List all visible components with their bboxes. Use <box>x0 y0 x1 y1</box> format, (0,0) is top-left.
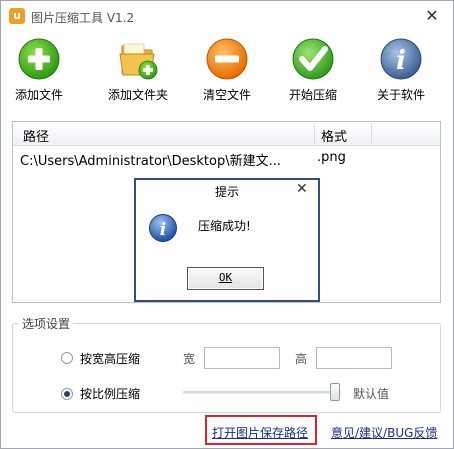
ok-button[interactable]: OK <box>187 267 264 290</box>
folder-add-icon <box>119 43 158 80</box>
app-logo-icon: u <box>9 8 25 24</box>
add-file-button[interactable]: 添加文件 <box>11 37 67 103</box>
clear-files-button[interactable]: 清空文件 <box>199 37 255 103</box>
ratio-slider-thumb[interactable] <box>330 383 340 401</box>
info-icon: i <box>380 38 422 80</box>
window-close-button[interactable]: ✕ <box>421 5 443 27</box>
add-icon <box>18 38 60 80</box>
column-divider[interactable] <box>371 124 372 144</box>
about-button[interactable]: i 关于软件 <box>373 37 429 103</box>
title-bar: u 图片压缩工具 V1.2 ✕ <box>1 1 453 31</box>
info-icon: i <box>149 214 177 242</box>
dialog-close-button[interactable]: ✕ <box>296 181 308 197</box>
minus-icon <box>206 38 248 80</box>
height-input[interactable] <box>316 347 392 369</box>
success-dialog: 提示 ✕ i 压缩成功! OK <box>134 178 320 302</box>
main-window: u 图片压缩工具 V1.2 ✕ 添加文件 添加文件夹 清空文件 开始压缩 i 关… <box>0 0 454 449</box>
about-label: 关于软件 <box>376 88 425 102</box>
check-icon <box>292 38 334 80</box>
column-header-path[interactable]: 路径 <box>23 126 49 145</box>
by-size-label: 按宽高压缩 <box>80 352 141 366</box>
column-header-format[interactable]: 格式 <box>321 126 347 145</box>
add-folder-button[interactable]: 添加文件夹 <box>103 37 173 103</box>
svg-text:i: i <box>396 46 406 76</box>
radio-by-ratio[interactable] <box>61 388 73 400</box>
column-divider[interactable] <box>314 124 315 144</box>
file-format-cell: .png <box>317 150 346 165</box>
width-input[interactable] <box>204 347 280 369</box>
slider-value-label: 默认值 <box>353 387 390 401</box>
ratio-slider-track[interactable] <box>183 391 341 394</box>
table-row[interactable]: C:\Users\Administrator\Desktop\新建文... .p… <box>13 150 440 170</box>
open-save-path-link[interactable]: 打开图片保存路径 <box>212 424 308 441</box>
add-file-label: 添加文件 <box>14 88 63 102</box>
width-label: 宽 <box>183 352 196 366</box>
ok-button-label: OK <box>218 271 233 284</box>
svg-text:i: i <box>160 220 166 240</box>
add-folder-label: 添加文件夹 <box>107 88 168 102</box>
feedback-link[interactable]: 意见/建议/BUG反馈 <box>331 424 437 441</box>
clear-files-label: 清空文件 <box>202 88 251 102</box>
radio-by-size[interactable] <box>61 352 73 364</box>
dialog-title: 提示 <box>214 185 239 199</box>
options-group: 选项设置 按宽高压缩 宽 高 按比例压缩 默认值 <box>12 315 441 413</box>
height-label: 高 <box>295 352 308 366</box>
file-path-cell: C:\Users\Administrator\Desktop\新建文... <box>20 154 282 169</box>
start-compress-label: 开始压缩 <box>288 88 337 102</box>
toolbar: 添加文件 添加文件夹 清空文件 开始压缩 i 关于软件 <box>11 37 441 109</box>
start-compress-button[interactable]: 开始压缩 <box>285 37 341 103</box>
options-title: 选项设置 <box>19 315 74 332</box>
dialog-message: 压缩成功! <box>198 219 251 233</box>
window-title: 图片压缩工具 V1.2 <box>31 11 135 25</box>
by-ratio-label: 按比例压缩 <box>80 387 141 401</box>
file-list-header: 路径 格式 <box>13 122 440 146</box>
